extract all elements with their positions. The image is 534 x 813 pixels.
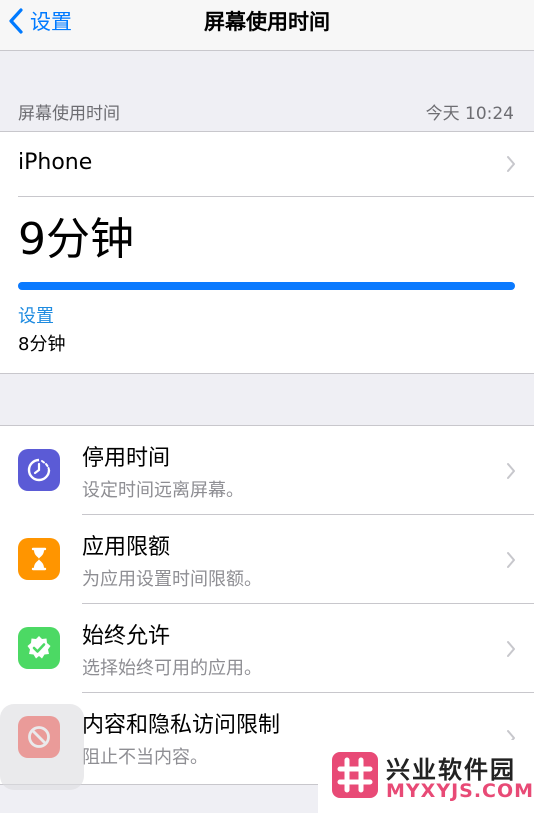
menu-item-title: 停用时间 [82,446,171,471]
menu-item-downtime[interactable]: 停用时间 设定时间远离屏幕。 [0,426,534,515]
usage-bar [18,282,515,290]
category-value: 8分钟 [18,334,66,355]
category-label: 设置 [18,306,54,327]
page-title: 屏幕使用时间 [204,10,330,34]
menu-item-always-allowed[interactable]: 始终允许 选择始终可用的应用。 [0,604,534,693]
menu-item-title: 应用限额 [82,535,171,560]
chevron-right-icon [507,463,515,479]
assistive-touch-overlay[interactable] [0,704,84,790]
menu-item-subtitle: 设定时间远离屏幕。 [82,480,244,501]
total-usage: 9分钟 [18,214,134,265]
checkmark-badge-icon-tile [18,627,60,669]
chevron-right-icon [507,156,515,172]
watermark-url: MYXYJS.COM [386,780,534,802]
divider [18,196,534,197]
downtime-icon-tile [18,449,60,491]
menu-item-app-limits[interactable]: 应用限额 为应用设置时间限额。 [0,515,534,604]
menu-item-subtitle: 阻止不当内容。 [82,747,208,768]
section-label: 屏幕使用时间 [18,104,120,124]
chevron-right-icon [507,641,515,657]
menu-item-title: 内容和隐私访问限制 [82,713,281,738]
usage-bar-fill [18,282,515,290]
menu-item-subtitle: 选择始终可用的应用。 [82,658,262,679]
usage-card: iPhone 9分钟 设置 8分钟 [0,132,534,374]
hourglass-icon-tile [18,538,60,580]
menu-item-title: 始终允许 [82,624,171,649]
watermark-logo-icon [332,752,378,798]
checkmark-badge-icon [27,636,51,659]
timestamp: 今天 10:24 [425,104,514,124]
chevron-right-icon [507,552,515,568]
navigation-bar: 设置 屏幕使用时间 [0,0,534,51]
downtime-icon [27,458,51,482]
device-name: iPhone [18,150,93,175]
section-header: 屏幕使用时间 今天 10:24 [0,91,534,132]
watermark: 兴业软件园 MYXYJS.COM [318,740,534,813]
device-row[interactable]: iPhone [0,132,534,196]
hourglass-icon [31,547,47,571]
menu-item-subtitle: 为应用设置时间限额。 [82,569,262,590]
